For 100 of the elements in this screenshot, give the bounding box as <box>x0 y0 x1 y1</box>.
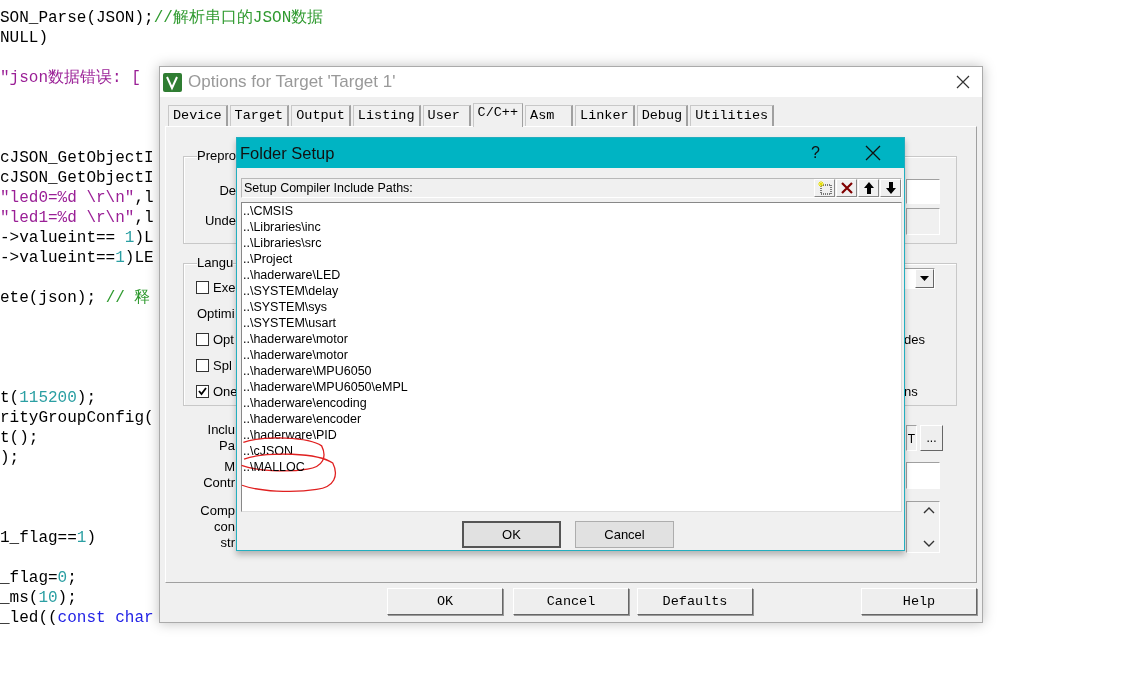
checkbox-label: Exe <box>213 279 236 295</box>
dialog-button[interactable]: Help <box>861 588 977 615</box>
code-text: _flag= <box>0 568 58 588</box>
close-icon[interactable] <box>956 75 970 89</box>
delete-icon <box>839 181 854 195</box>
list-item[interactable]: ..\SYSTEM\sys <box>243 300 328 314</box>
tab[interactable]: Utilities <box>690 105 775 126</box>
app-icon <box>163 72 182 92</box>
list-item[interactable]: ..\haderware\motor <box>243 348 348 362</box>
dialog-button[interactable]: OK <box>462 521 561 548</box>
list-item[interactable]: ..\cJSON <box>243 444 293 458</box>
tab[interactable]: User <box>422 105 471 126</box>
caret-icon <box>920 275 929 281</box>
code-text: ); <box>0 448 20 468</box>
dropdown[interactable] <box>904 267 935 289</box>
new-folder-icon <box>817 181 832 195</box>
dialog-button[interactable]: OK <box>387 588 503 615</box>
code-text: "led0=%d \r\n" <box>0 188 135 208</box>
list-item[interactable]: ..\CMSIS <box>243 204 293 218</box>
list-item[interactable]: ..\SYSTEM\usart <box>243 316 337 330</box>
group-title: Prepro <box>197 148 237 163</box>
field-label: Unde <box>203 213 236 229</box>
list-item[interactable]: ..\haderware\LED <box>243 268 341 282</box>
checkbox[interactable] <box>196 280 209 294</box>
list-item[interactable]: ..\SYSTEM\delay <box>243 284 339 298</box>
browse-button[interactable]: ... <box>920 425 943 451</box>
tab[interactable]: Output <box>291 105 351 126</box>
dialog-button[interactable]: Cancel <box>575 521 674 548</box>
code-text: 115200 <box>19 388 77 408</box>
tab[interactable]: Device <box>168 105 228 126</box>
code-text: "led1=%d \r\n" <box>0 208 135 228</box>
up-arrow-icon <box>861 181 876 195</box>
code-text: 0 <box>57 568 68 588</box>
list-item[interactable]: ..\haderware\encoder <box>243 412 362 426</box>
tab[interactable]: Asm <box>525 105 574 126</box>
list-item[interactable]: ..\haderware\MPU6050\eMPL <box>243 380 408 394</box>
option-label: ns <box>904 383 919 399</box>
checkbox-label: Opt <box>213 331 234 347</box>
code-text: ); <box>76 388 96 408</box>
code-text: ,l <box>134 208 154 228</box>
code-text: )LE <box>124 248 154 268</box>
help-button[interactable]: ? <box>811 144 820 162</box>
checkbox[interactable] <box>196 384 209 398</box>
code-text: cJSON_GetObjectI <box>0 168 154 188</box>
code-text: // 释 <box>105 288 151 308</box>
code-text: ) <box>86 528 97 548</box>
list-item[interactable]: ..\Libraries\src <box>243 236 322 250</box>
tab[interactable]: Listing <box>352 105 421 126</box>
scroll-up-icon[interactable] <box>923 506 935 515</box>
list-item[interactable]: ..\haderware\MPU6050 <box>243 364 372 378</box>
tab[interactable]: Target <box>229 105 290 126</box>
tab[interactable]: C/C++ <box>472 103 524 127</box>
dialog-button[interactable]: Cancel <box>513 588 629 615</box>
dialog-title: Folder Setup <box>240 143 336 163</box>
checkbox[interactable] <box>196 332 209 346</box>
list-item[interactable]: ..\Libraries\inc <box>243 220 321 234</box>
list-item[interactable]: ..\haderware\PID <box>243 428 337 442</box>
new-folder-button[interactable] <box>814 179 835 197</box>
scroll-down-icon[interactable] <box>923 539 935 548</box>
code-text: ->valueint== <box>0 248 116 268</box>
code-text: 1 <box>76 528 87 548</box>
tab[interactable]: Linker <box>575 105 635 126</box>
field-label: De <box>218 183 236 199</box>
checkbox-label: One <box>213 383 238 399</box>
code-text: SON_Parse(JSON); <box>0 8 154 28</box>
code-text: )L <box>134 228 154 248</box>
code-text: 1 <box>115 248 125 268</box>
close-icon[interactable] <box>865 145 881 161</box>
code-text: _ms( <box>0 588 39 608</box>
up-arrow-button[interactable] <box>858 179 879 197</box>
input-field[interactable] <box>906 461 940 489</box>
code-text: cJSON_GetObjectI <box>0 148 154 168</box>
option-label: des <box>904 331 926 347</box>
code-text: "json数据错误: [ <box>0 68 141 88</box>
list-item[interactable]: ..\haderware\encoding <box>243 396 367 410</box>
list-item[interactable]: ..\Project <box>243 252 293 266</box>
down-arrow-button[interactable] <box>880 179 901 197</box>
code-text: rityGroupConfig( <box>0 408 154 428</box>
delete-button[interactable] <box>836 179 857 197</box>
code-text: ,l <box>134 188 154 208</box>
window-title: Options for Target 'Target 1' <box>188 72 397 92</box>
code-text: NULL) <box>0 28 48 48</box>
tab[interactable]: Debug <box>636 105 689 126</box>
checkbox-label: Spl <box>213 357 232 373</box>
code-text: ete(json); <box>0 288 97 308</box>
code-text: ); <box>57 588 77 608</box>
input-field[interactable]: T <box>905 425 917 451</box>
dialog-button[interactable]: Defaults <box>637 588 753 615</box>
code-text: t( <box>0 388 20 408</box>
code-text: 10 <box>38 588 58 608</box>
field-label: Optimi <box>197 305 235 321</box>
field-label: Comp con str <box>199 503 235 551</box>
input-field[interactable] <box>906 207 940 235</box>
code-text: t(); <box>0 428 39 448</box>
list-item[interactable]: ..\haderware\motor <box>243 332 348 346</box>
list-heading: Setup Compiler Include Paths: <box>244 181 413 195</box>
input-field[interactable] <box>906 178 940 204</box>
group-title: Langu <box>197 255 234 270</box>
checkbox[interactable] <box>196 358 209 372</box>
code-text: ->valueint== <box>0 228 117 248</box>
